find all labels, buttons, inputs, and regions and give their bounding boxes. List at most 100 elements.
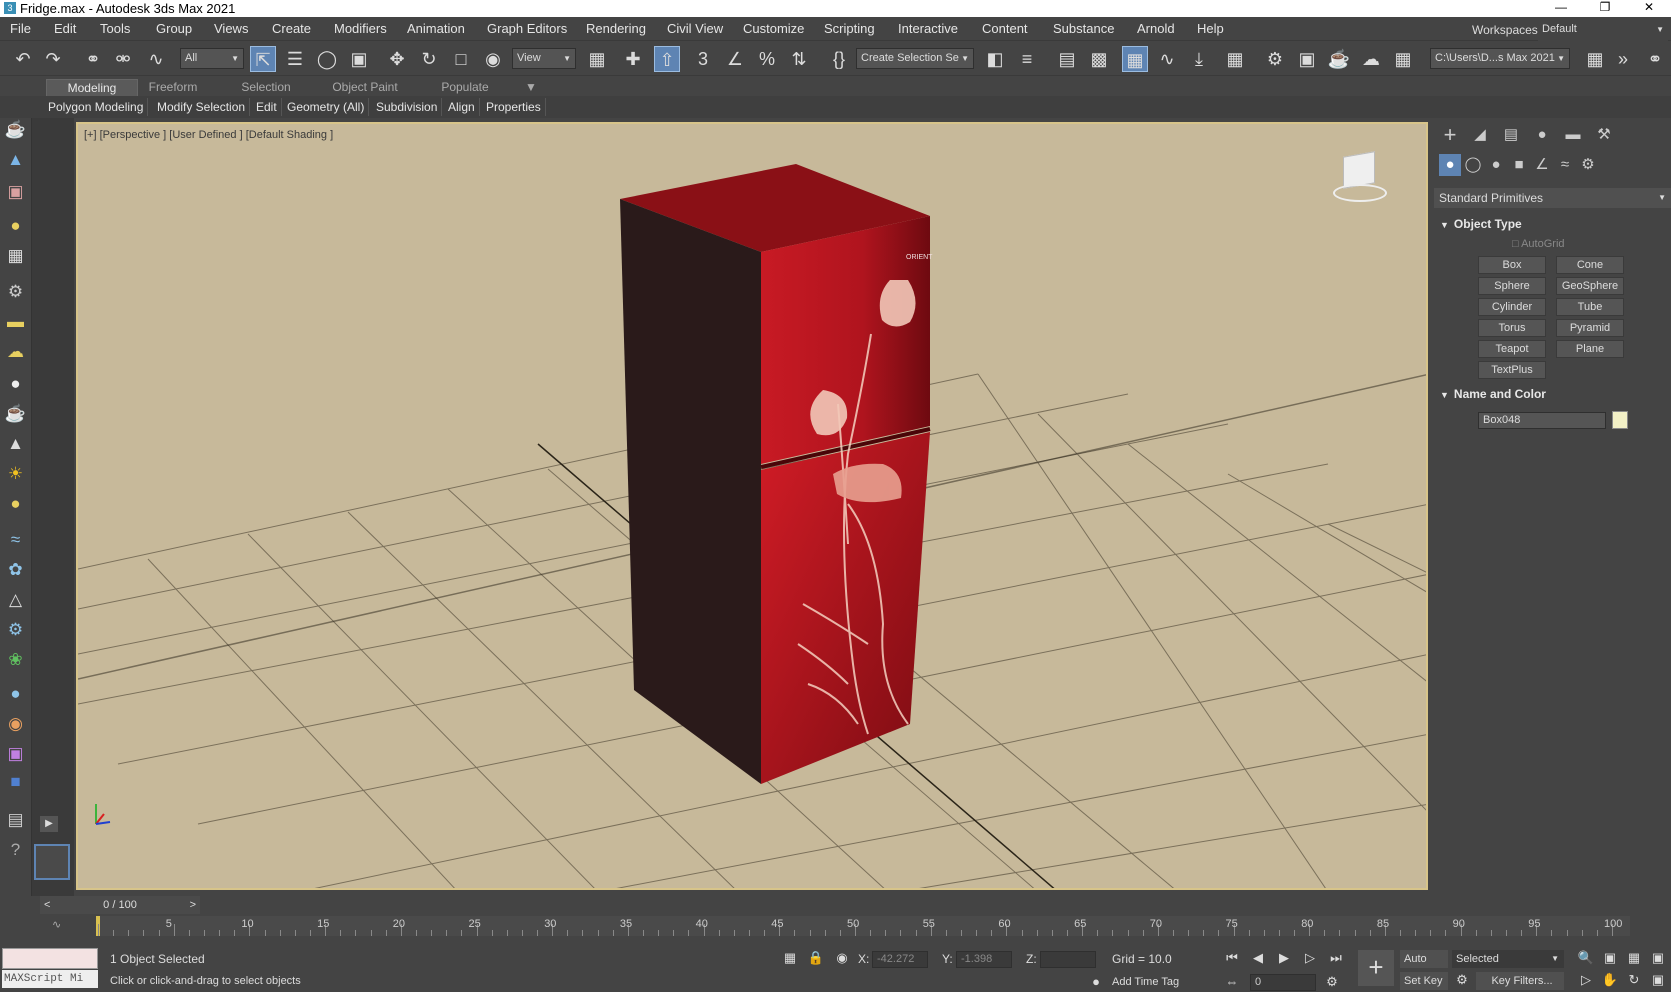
isolate-selection-icon[interactable]: ▦ — [780, 948, 800, 968]
reference-coordinate-dropdown[interactable]: View ▼ — [512, 48, 576, 69]
key-filters-button[interactable]: Key Filters... — [1476, 972, 1564, 990]
menu-content[interactable]: Content — [982, 21, 1028, 36]
selection-region-icon[interactable]: ◯ — [314, 46, 340, 72]
curve-editor-icon[interactable]: ∿ — [1154, 46, 1180, 72]
primitive-category-dropdown[interactable]: Standard Primitives ▼ — [1434, 188, 1671, 208]
viewport-layout-thumb[interactable] — [34, 844, 70, 880]
previous-frame-icon[interactable]: ◀ — [1248, 948, 1268, 968]
redo-icon[interactable]: ↷ — [40, 46, 66, 72]
menu-help[interactable]: Help — [1197, 21, 1224, 36]
space-warps-icon[interactable]: ≈ — [1554, 154, 1576, 176]
cone-icon[interactable]: ▲ — [4, 432, 27, 455]
edit-panel[interactable]: Edit — [252, 98, 282, 116]
percent-snap-icon[interactable]: % — [754, 46, 780, 72]
edit-named-selection-icon[interactable]: {} — [826, 46, 852, 72]
app-icon[interactable]: 3 — [4, 2, 16, 14]
maxscript-listener-pink[interactable] — [2, 948, 98, 969]
viewport-label[interactable]: [+] [Perspective ] [User Defined ] [Defa… — [84, 129, 333, 141]
select-scale-icon[interactable]: □ — [448, 46, 474, 72]
render-setup-icon[interactable]: ⚙ — [1262, 46, 1288, 72]
spinner-snap-icon[interactable]: ⇅ — [786, 46, 812, 72]
cameras-icon[interactable]: ■ — [1508, 154, 1530, 176]
time-slider-next[interactable]: > — [190, 896, 196, 914]
sphere-icon[interactable]: ● — [4, 372, 27, 395]
object-name-field[interactable]: Box048 — [1478, 412, 1606, 429]
helpers-icon[interactable]: ∠ — [1531, 154, 1553, 176]
maximize-viewport-icon[interactable]: ▣ — [1648, 970, 1668, 990]
expand-arrow-icon[interactable]: ▶ — [40, 816, 58, 832]
select-place-icon[interactable]: ◉ — [480, 46, 506, 72]
next-frame-icon[interactable]: ▷ — [1300, 948, 1320, 968]
link-icon[interactable]: ⚭ — [80, 46, 106, 72]
menu-views[interactable]: Views — [214, 21, 248, 36]
key-mode-toggle-icon[interactable]: ⇔ — [1222, 972, 1242, 992]
project-folder-dropdown[interactable]: C:\Users\D...s Max 2021 ▼ — [1430, 48, 1570, 69]
render-production-icon[interactable]: ☕ — [1326, 46, 1352, 72]
unlink-icon[interactable]: ⚮ — [110, 46, 136, 72]
sphere-button[interactable]: Sphere — [1478, 277, 1546, 295]
key-filters-icon[interactable]: ⚙ — [1452, 970, 1472, 990]
display-tab-icon[interactable]: ▬ — [1562, 124, 1584, 146]
selection-filter-dropdown[interactable]: All ▼ — [180, 48, 244, 69]
pivot-point-center-icon[interactable]: ▦ — [584, 46, 610, 72]
teapot-small-icon[interactable]: ☕ — [4, 402, 27, 425]
geometry-all-panel[interactable]: Geometry (All) — [283, 98, 370, 116]
image-icon[interactable]: ▣ — [4, 180, 27, 203]
autogrid-checkbox[interactable]: □ AutoGrid — [1512, 238, 1565, 250]
menu-rendering[interactable]: Rendering — [586, 21, 646, 36]
menu-substance[interactable]: Substance — [1053, 21, 1114, 36]
select-object-icon[interactable]: ⇱ — [250, 46, 276, 72]
pan-hand-icon[interactable]: ✋ — [1600, 970, 1620, 990]
tab-object-paint[interactable]: Object Paint — [322, 79, 408, 96]
menu-arnold[interactable]: Arnold — [1137, 21, 1175, 36]
named-selection-set-dropdown[interactable]: Create Selection Se ▼ — [856, 48, 974, 69]
project-folder-icon[interactable]: ▦ — [1582, 46, 1608, 72]
current-frame-field[interactable]: 0 — [1250, 974, 1316, 991]
window-crossing-icon[interactable]: ▣ — [346, 46, 372, 72]
modify-tab-icon[interactable]: ◢ — [1469, 124, 1491, 146]
angle-snap-icon[interactable]: ∠ — [722, 46, 748, 72]
time-slider[interactable]: < 0 / 100 > — [40, 896, 200, 914]
add-time-tag[interactable]: Add Time Tag — [1112, 976, 1179, 988]
palette-icon[interactable]: ◉ — [4, 712, 27, 735]
set-key-button[interactable]: Set Key — [1400, 972, 1448, 990]
gear-cluster-icon[interactable]: ⚙ — [4, 280, 27, 303]
object-color-swatch[interactable] — [1612, 411, 1628, 429]
menu-file[interactable]: File — [10, 21, 31, 36]
schematic-view-icon[interactable]: ⤓ — [1186, 46, 1212, 72]
auto-key-button[interactable]: Auto Key — [1400, 950, 1448, 983]
cloud-icon[interactable]: ☁ — [4, 340, 27, 363]
utilities-tab-wrench-icon[interactable]: ⚒ — [1593, 124, 1615, 146]
zoom-icon[interactable]: 🔍 — [1576, 948, 1596, 968]
tab-populate[interactable]: Populate — [428, 79, 502, 96]
absolute-mode-icon[interactable]: ◉ — [832, 948, 852, 968]
maximize-button[interactable]: ❐ — [1586, 0, 1624, 17]
render-in-cloud-icon[interactable]: ☁ — [1358, 46, 1384, 72]
curve-editor-mini-icon[interactable]: ∿ — [52, 918, 61, 931]
maxscript-mini-listener[interactable]: MAXScript Mi — [2, 970, 98, 988]
hierarchy-tab-icon[interactable]: ▤ — [1500, 124, 1522, 146]
sun-icon[interactable]: ☀ — [4, 462, 27, 485]
cone-button[interactable]: Cone — [1556, 256, 1624, 274]
leaf-icon[interactable]: ✿ — [4, 558, 27, 581]
systems-icon[interactable]: ⚙ — [1577, 154, 1599, 176]
select-manipulate-icon[interactable]: ⇧ — [654, 46, 680, 72]
play-icon[interactable]: ▶ — [1274, 948, 1294, 968]
rendered-frame-window-icon[interactable]: ▣ — [1294, 46, 1320, 72]
set-key-plus-icon[interactable]: + — [1358, 950, 1394, 986]
align-icon[interactable]: ≡ — [1014, 46, 1040, 72]
tab-modeling[interactable]: Modeling — [46, 79, 138, 96]
polygon-modeling-panel[interactable]: Polygon Modeling — [44, 98, 149, 116]
toggle-scene-explorer-icon[interactable]: ▤ — [1054, 46, 1080, 72]
z-coordinate-field[interactable] — [1040, 951, 1096, 968]
orbit-icon[interactable]: ↻ — [1624, 970, 1644, 990]
go-to-end-icon[interactable]: ⏭ — [1326, 948, 1346, 968]
gear-icon[interactable]: ⚙ — [4, 618, 27, 641]
time-tag-icon[interactable]: ● — [1086, 972, 1106, 992]
zoom-extents-all-icon[interactable]: ▣ — [1648, 948, 1668, 968]
zoom-all-icon[interactable]: ▣ — [1600, 948, 1620, 968]
perspective-viewport[interactable]: ORIENT [+] [Perspective ] [User Defined … — [76, 122, 1428, 890]
select-rotate-icon[interactable]: ↻ — [416, 46, 442, 72]
light-bulb-icon[interactable]: ● — [4, 214, 27, 237]
landscape-icon[interactable]: ▲ — [4, 148, 27, 171]
